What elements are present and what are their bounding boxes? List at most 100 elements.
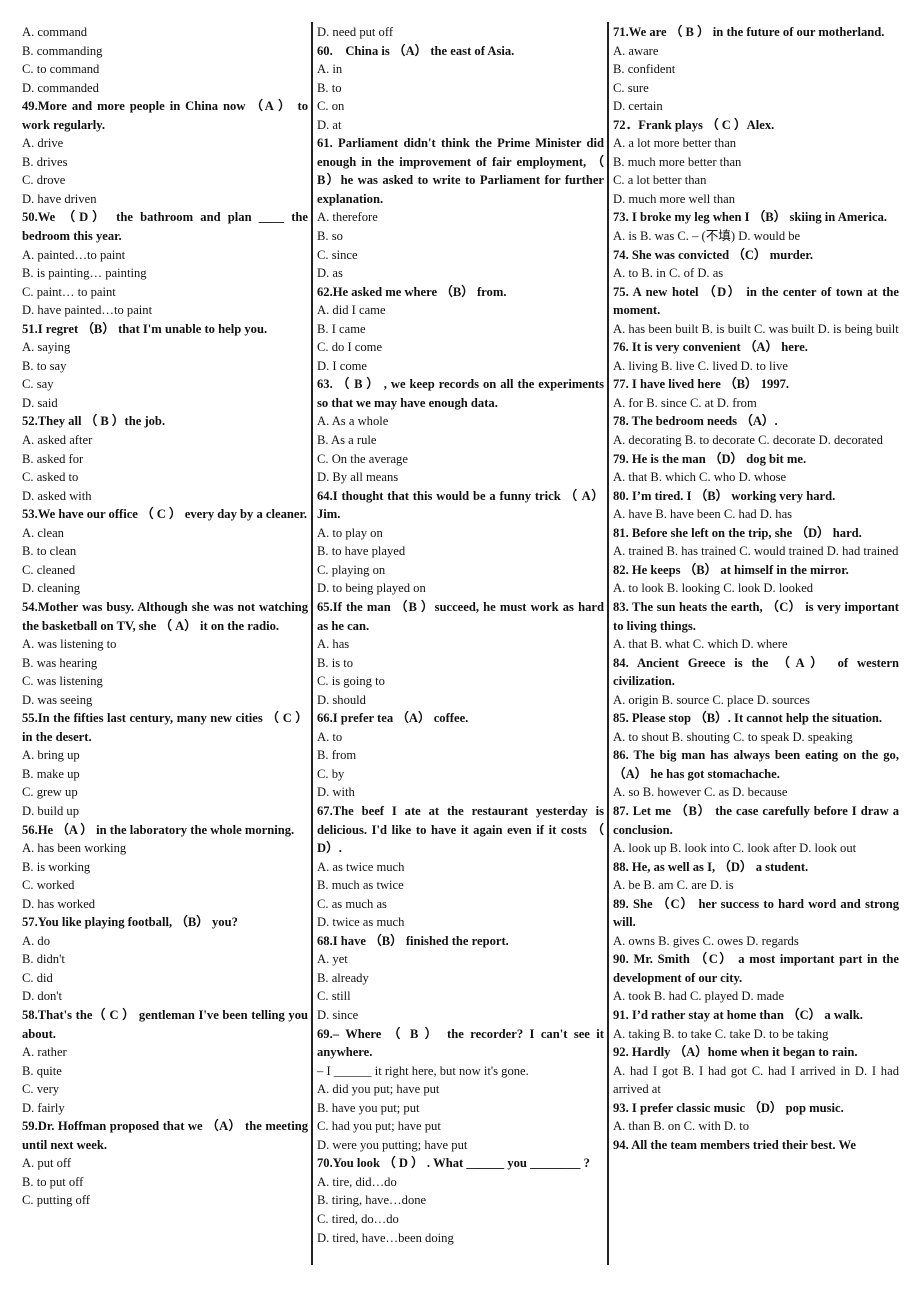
answer-option: B. is painting… painting	[22, 266, 147, 281]
answer-option: A. decorating B. to decorate C. decorate…	[613, 433, 883, 448]
answer-option: C. putting off	[22, 1193, 90, 1208]
answer-option: D. need put off	[317, 25, 394, 39]
answer-option: B. to say	[22, 358, 67, 373]
answer-option: B. from	[317, 748, 357, 763]
answer-option: A. has been built B. is built C. was bui…	[613, 321, 899, 336]
answer-option: D. was seeing	[22, 692, 93, 707]
answer-option: D. should	[317, 692, 366, 707]
question-stem: 65.If the man （B ）succeed, he must work …	[317, 599, 604, 633]
answer-option: B. drives	[22, 154, 68, 169]
answer-option: D. said	[22, 395, 58, 410]
answer-option: A. clean	[22, 525, 64, 540]
answer-option: C. a lot better than	[613, 173, 707, 188]
answer-option: B. is working	[22, 859, 91, 874]
answer-option: C. do I come	[317, 340, 383, 355]
answer-option: A. bring up	[22, 748, 80, 763]
answer-option: D. with	[317, 785, 355, 800]
question-stem: 62.He asked me where （B） from.	[317, 284, 507, 299]
answer-option: D. twice as much	[317, 915, 405, 930]
question-stem: 80. I’m tired. I （B） working very hard.	[613, 488, 836, 503]
answer-option: B. didn't	[22, 952, 65, 967]
answer-option: D. By all means	[317, 470, 399, 485]
answer-option: C. as much as	[317, 896, 387, 911]
answer-option: D. at	[317, 117, 342, 132]
column-divider	[607, 22, 609, 1265]
answer-option: C. did	[22, 970, 53, 985]
column-1: A. command B. commanding C. to command D. c…	[22, 23, 308, 1210]
question-stem: 93. I prefer classic music （D） pop music…	[613, 1100, 844, 1115]
answer-option: A. therefore	[317, 210, 378, 225]
answer-option: A. owns B. gives C. owes D. regards	[613, 933, 799, 948]
answer-option: C. drove	[22, 173, 66, 188]
answer-option: C. had you put; have put	[317, 1119, 441, 1134]
answer-option: C. grew up	[22, 785, 78, 800]
question-stem: 84. Ancient Greece is the （A） of western…	[613, 655, 899, 689]
question-stem: 57.You like playing football, （B） you?	[22, 915, 238, 930]
question-stem: 70.You look （ D ） . What ______ you ____…	[317, 1156, 590, 1171]
column-2: D. need put off 60. China is （A） the east…	[317, 23, 604, 1247]
answer-option: B. to clean	[22, 544, 77, 559]
question-stem: 55.In the fifties last century, many new…	[22, 711, 308, 744]
answer-option: B. was hearing	[22, 655, 98, 670]
answer-option: C. very	[22, 1082, 60, 1097]
answer-option: C. to command	[22, 62, 100, 77]
answer-option: D. asked with	[22, 488, 92, 503]
answer-option: A. be B. am C. are D. is	[613, 878, 734, 893]
question-stem: 79. He is the man （D） dog bit me.	[613, 451, 807, 466]
answer-option: – I ______ it right here, but now it's g…	[317, 1063, 529, 1078]
question-stem: 90. Mr. Smith （C） a most important part …	[613, 952, 899, 985]
answer-option: A. aware	[613, 43, 659, 58]
answer-option: B. to have played	[317, 544, 406, 559]
answer-option: C. since	[317, 247, 358, 262]
question-stem: 50.We （D） the bathroom and plan ____ the…	[22, 210, 308, 244]
answer-option: D. commanded	[22, 80, 99, 95]
answer-option: B. so	[317, 229, 343, 244]
question-stem: 51.I regret （B） that I'm unable to help …	[22, 321, 268, 336]
question-stem: 86. The big man has always been eating o…	[613, 748, 899, 781]
question-stem: 88. He, as well as I, （D） a student.	[613, 859, 809, 874]
answer-option: A. to look B. looking C. look D. looked	[613, 581, 814, 596]
answer-option: A. has	[317, 637, 350, 652]
answer-option: D. much more well than	[613, 191, 736, 206]
answer-option: A. do	[22, 933, 50, 948]
column-divider	[311, 22, 313, 1265]
answer-option: D. as	[317, 266, 343, 281]
answer-option: A. put off	[22, 1156, 72, 1171]
question-stem: 89. She （C） her success to hard word and…	[613, 896, 899, 930]
answer-option: C. still	[317, 989, 351, 1004]
answer-option: C. cleaned	[22, 562, 76, 577]
answer-option: A. for B. since C. at D. from	[613, 395, 757, 410]
answer-option: B. is to	[317, 655, 354, 670]
answer-option: A. have B. have been C. had D. has	[613, 507, 793, 522]
answer-option: A. living B. live C. lived D. to live	[613, 358, 788, 373]
answer-option: A. tire, did…do	[317, 1174, 397, 1189]
answer-option: B. to	[317, 80, 342, 95]
answer-option: A. painted…to paint	[22, 247, 126, 262]
answer-option: C. playing on	[317, 562, 386, 577]
question-stem: 75. A new hotel （D） in the center of tow…	[613, 284, 899, 318]
question-stem: 74. She was convicted （C） murder.	[613, 247, 813, 262]
answer-option: A. as twice much	[317, 859, 405, 874]
answer-option: D. has worked	[22, 896, 96, 911]
answer-option: D. cleaning	[22, 581, 81, 596]
answer-option: B. make up	[22, 766, 80, 781]
answer-option: A. saying	[22, 340, 71, 355]
answer-option: D. certain	[613, 99, 663, 114]
answer-option: D. fairly	[22, 1100, 65, 1115]
answer-option: A. asked after	[22, 433, 93, 448]
answer-option: A. did you put; have put	[317, 1082, 440, 1097]
answer-option: C. is going to	[317, 674, 385, 689]
answer-option: A. was listening to	[22, 637, 117, 652]
question-stem: 71.We are （ B ） in the future of our mot…	[613, 25, 885, 39]
answer-option: A. took B. had C. played D. made	[613, 989, 785, 1004]
answer-option: C. On the average	[317, 451, 408, 466]
answer-option: B. As a rule	[317, 433, 377, 448]
question-stem: 63. （ B ） , we keep records on all the e…	[317, 377, 604, 410]
question-stem: 58.That's the（ C ） gentleman I've been t…	[22, 1007, 308, 1041]
answer-option: C. say	[22, 377, 54, 392]
answer-option: A. did I came	[317, 303, 386, 318]
answer-option: B. I came	[317, 321, 366, 336]
answer-option: A. that B. what C. which D. where	[613, 637, 788, 652]
answer-option: A. yet	[317, 952, 348, 967]
answer-option: A. is B. was C. – (不填) D. would be	[613, 229, 801, 244]
